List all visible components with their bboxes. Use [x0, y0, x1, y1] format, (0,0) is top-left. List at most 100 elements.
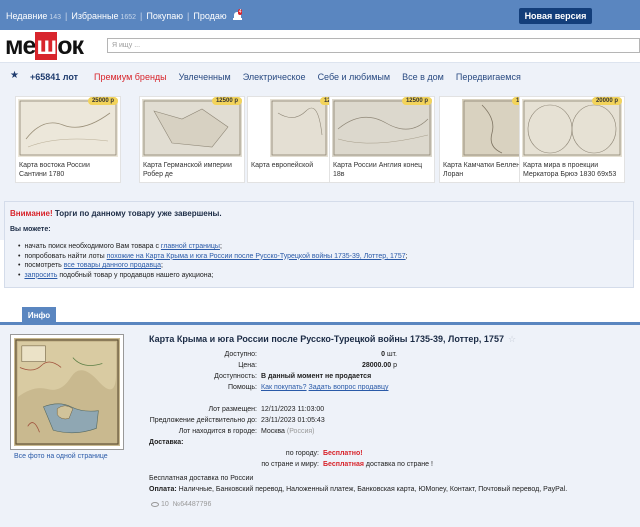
- placed-label: Лот размещен:: [208, 406, 258, 413]
- map-picture: [14, 338, 120, 446]
- how-to-buy-link[interactable]: Как покупать?: [261, 384, 307, 391]
- availability-value: В данный момент не продается: [261, 373, 372, 380]
- category-transport[interactable]: Передвигаемся: [456, 72, 521, 82]
- city-row: Лот находится в городе: Москва (Россия): [149, 428, 629, 438]
- available-label: Доступно:: [224, 351, 258, 358]
- category-home[interactable]: Все в дом: [402, 72, 444, 82]
- related-lot-card[interactable]: 12500 р Карта России Англия конец 18в: [329, 96, 435, 183]
- lots-count[interactable]: +65841 лот: [30, 72, 78, 82]
- help-row: Помощь: Как покупать? Задать вопрос прод…: [149, 384, 629, 394]
- related-lot-card[interactable]: 25000 р Карта востока России Сантини 178…: [15, 96, 121, 183]
- delivery-label: Доставка:: [149, 439, 184, 446]
- seller-items-link[interactable]: все товары данного продавца: [64, 262, 161, 269]
- home-link[interactable]: главной страницы: [161, 243, 220, 250]
- tab-info[interactable]: Инфо: [22, 307, 56, 325]
- notification-badge: 4: [237, 8, 243, 15]
- related-lot-card[interactable]: 12500 р Карта Германской империи Робер д…: [139, 96, 245, 183]
- category-self[interactable]: Себе и любимым: [318, 72, 391, 82]
- similar-lots-link[interactable]: похожие на Карта Крыма и юга России посл…: [107, 253, 406, 260]
- user-nav: Недавние 143 | Избранные 1652 | Покупаю | …: [6, 8, 243, 21]
- ask-seller-link[interactable]: Задать вопрос продавцу: [309, 384, 389, 391]
- price-badge: 20000 р: [591, 97, 622, 105]
- product-image[interactable]: [10, 334, 124, 450]
- bell-icon[interactable]: 4: [232, 8, 243, 21]
- price-label: Цена:: [238, 362, 257, 369]
- category-electric[interactable]: Электрическое: [243, 72, 306, 82]
- price-badge: 12500 р: [211, 97, 242, 105]
- nav-divider: |: [140, 11, 143, 21]
- available-value: 0 шт.: [381, 351, 397, 358]
- lot-caption[interactable]: Карта востока России Сантини 1780: [19, 161, 118, 179]
- delivery-city-row: по городу: Бесплатно!: [149, 450, 629, 460]
- lot-thumbnail: [270, 99, 328, 157]
- notice-option: посмотреть все товары данного продавца;: [18, 261, 408, 271]
- product-title: Карта Крыма и юга России после Русско-Ту…: [149, 334, 517, 344]
- nav-selling[interactable]: Продаю: [193, 11, 226, 21]
- category-premium[interactable]: Премиум бренды: [94, 72, 167, 82]
- bell-icon-base: [232, 17, 242, 20]
- product-panel: Все фото на одной странице Карта Крыма и…: [0, 325, 640, 527]
- lot-thumbnail: [522, 99, 622, 157]
- help-label: Помощь:: [228, 384, 257, 391]
- lot-thumbnail: [332, 99, 432, 157]
- category-enthusiasts[interactable]: Увлеченным: [179, 72, 231, 82]
- site-logo[interactable]: мешок: [5, 32, 84, 61]
- valid-row: Предложение действительно до: 23/11/2023…: [149, 417, 629, 427]
- lot-caption[interactable]: Карта Германской империи Робер де: [143, 161, 242, 179]
- auction-ended-notice: Внимание! Торги по данному товару уже за…: [4, 201, 634, 288]
- delivery-country-label: по стране и миру:: [261, 461, 319, 468]
- delivery-row: Доставка:: [149, 439, 629, 449]
- views-count: 10: [161, 501, 169, 508]
- valid-label: Предложение действительно до:: [149, 417, 257, 424]
- search-input[interactable]: Я ищу ...: [107, 38, 640, 53]
- price-badge: 12500 р: [401, 97, 432, 105]
- price-row: Цена: 28000.00 р: [149, 362, 629, 372]
- request-link[interactable]: запросить: [24, 272, 57, 279]
- lot-thumbnail: [142, 99, 242, 157]
- lot-thumbnail: [18, 99, 118, 157]
- related-lot-card[interactable]: 20000 р Карта мира в проекции Меркатора …: [519, 96, 625, 183]
- favorite-star-icon[interactable]: ☆: [508, 334, 516, 344]
- star-icon[interactable]: ★: [10, 70, 19, 81]
- city-label: Лот находится в городе:: [178, 428, 257, 435]
- notice-option: начать поиск необходимого Вам товара с г…: [18, 242, 408, 252]
- delivery-city-value: Бесплатно!: [323, 450, 363, 457]
- valid-value: 23/11/2023 01:05:43: [261, 417, 325, 424]
- related-lots: 25000 р Карта востока России Сантини 178…: [15, 96, 635, 184]
- lot-caption[interactable]: Карта России Англия конец 18в: [333, 161, 432, 179]
- eye-icon: [151, 501, 159, 507]
- lot-id: №64487796: [172, 501, 212, 508]
- delivery-city-label: по городу:: [285, 450, 319, 457]
- available-row: Доступно: 0 шт.: [149, 351, 629, 361]
- nav-divider: |: [65, 11, 68, 21]
- lot-thumbnail: [462, 99, 522, 157]
- price-badge: 25000 р: [87, 97, 118, 105]
- top-bar: Недавние 143 | Избранные 1652 | Покупаю | …: [0, 0, 640, 30]
- notice-options: начать поиск необходимого Вам товара с г…: [18, 242, 408, 280]
- nav-buying[interactable]: Покупаю: [146, 11, 183, 21]
- delivery-country-row: по стране и миру: Бесплатная доставка по…: [149, 461, 629, 471]
- placed-value: 12/11/2023 11:03:00: [261, 406, 325, 413]
- favorites-count: 1652: [120, 14, 137, 21]
- availability-row: Доступность: В данный момент не продаетс…: [149, 373, 629, 383]
- nav-favorites[interactable]: Избранные 1652: [71, 11, 136, 21]
- product-tabs: Инфо: [0, 307, 640, 325]
- recent-count: 143: [49, 14, 62, 21]
- placed-row: Лот размещен: 12/11/2023 11:03:00: [149, 406, 629, 416]
- availability-label: Доступность:: [214, 373, 257, 380]
- notice-option: попробовать найти лоты похожие на Карта …: [18, 252, 407, 262]
- new-version-button[interactable]: Новая версия: [519, 8, 592, 24]
- all-photos-link[interactable]: Все фото на одной странице: [14, 453, 108, 460]
- notice-warning: Внимание! Торги по данному товару уже за…: [10, 209, 222, 218]
- help-links: Как покупать? Задать вопрос продавцу: [261, 384, 388, 391]
- free-russia-delivery: Бесплатная доставка по России: [149, 475, 254, 482]
- city-value: Москва (Россия): [261, 428, 315, 435]
- nav-recent[interactable]: Недавние 143: [6, 11, 61, 21]
- category-links: Премиум бренды Увлеченным Электрическое …: [94, 72, 521, 82]
- notice-you-can: Вы можете:: [10, 226, 51, 233]
- delivery-country-value: Бесплатная доставка по стране !: [323, 461, 433, 468]
- lot-caption[interactable]: Карта мира в проекции Меркатора Брюэ 183…: [523, 161, 622, 179]
- price-value: 28000.00 р: [361, 362, 397, 369]
- payment-methods: Оплата: Наличные, Банковский перевод, На…: [149, 486, 568, 493]
- lot-stats: 10 №64487796: [151, 501, 211, 508]
